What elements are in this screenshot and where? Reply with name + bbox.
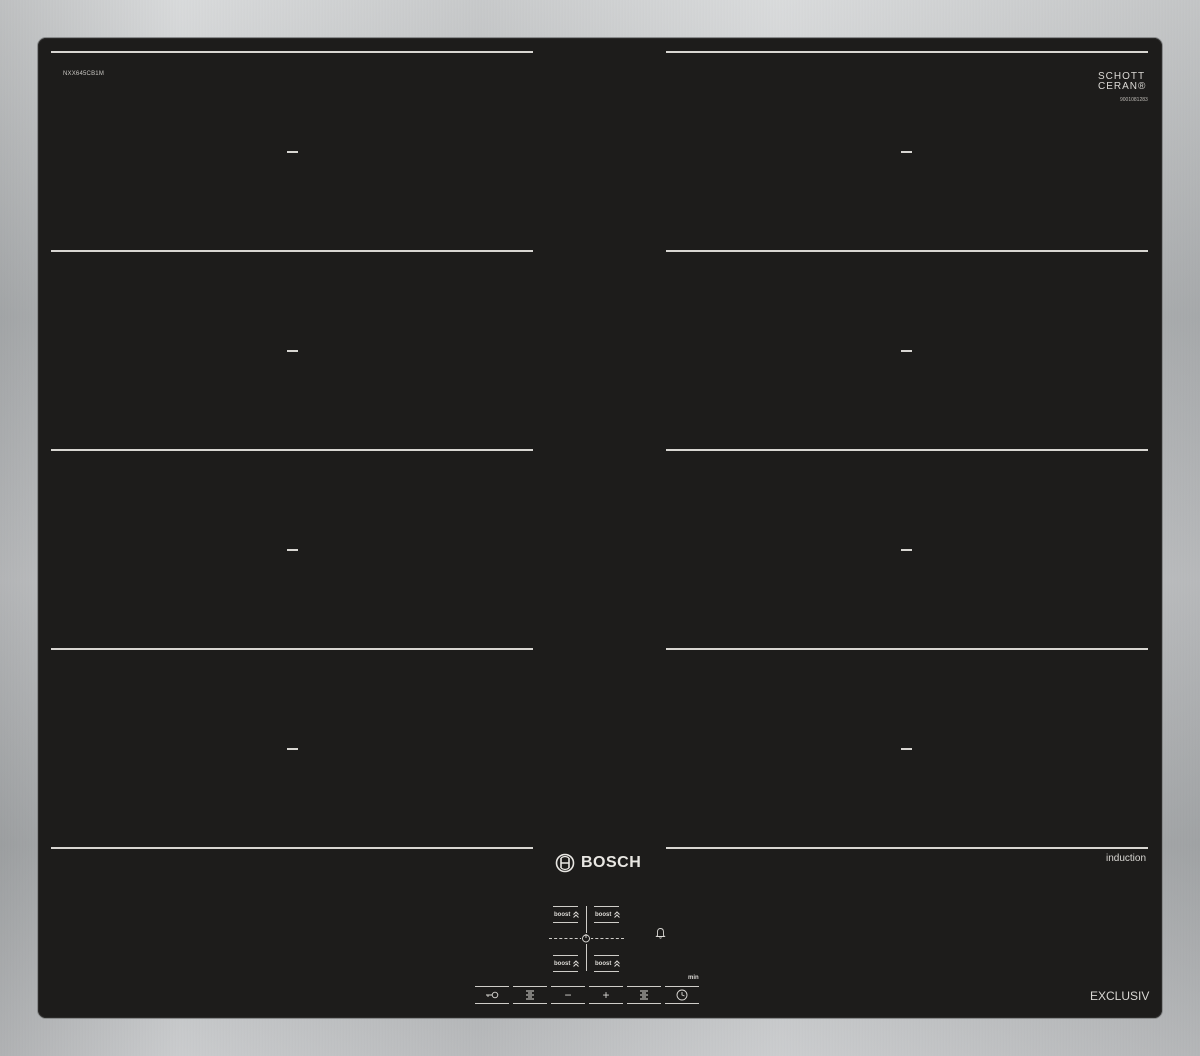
- button-top-line: [665, 986, 699, 987]
- button-top-line: [475, 986, 509, 987]
- double-chevron-up-icon: [614, 911, 621, 918]
- key-icon: [486, 991, 499, 999]
- boost-underline: [594, 922, 619, 923]
- zone-divider: [51, 648, 533, 650]
- zone-divider: [666, 51, 1148, 53]
- boost-underline: [553, 922, 578, 923]
- zone-cross-vertical-bottom: [586, 944, 587, 971]
- induction-label: induction: [1106, 853, 1147, 864]
- boost-button-rear-right[interactable]: boost: [595, 911, 621, 918]
- bosch-armature-logo-icon: [555, 853, 575, 873]
- zone-cross-vertical-top: [586, 906, 587, 933]
- double-chevron-up-icon: [573, 911, 580, 918]
- boost-label: boost: [595, 960, 612, 967]
- glass-code: 9001081283: [1120, 97, 1148, 103]
- model-code: NXX645CB1M: [63, 71, 105, 77]
- button-bottom-line: [475, 1003, 509, 1004]
- boost-label: boost: [554, 960, 571, 967]
- double-chevron-up-icon: [573, 960, 580, 967]
- zone-divider: [51, 51, 533, 53]
- minus-icon: −: [564, 988, 572, 1002]
- zone-select-right-button[interactable]: [626, 986, 662, 1004]
- timer-button[interactable]: [664, 986, 700, 1004]
- boost-top-line-left: [553, 906, 578, 907]
- timer-unit-label: min: [688, 975, 699, 981]
- zone-levels-icon: [526, 990, 534, 1000]
- bell-icon[interactable]: [655, 927, 666, 939]
- boost-top-line-right: [594, 906, 619, 907]
- button-top-line: [589, 986, 623, 987]
- schott-ceran-logo: SCHOTT CERAN® 9001081283: [1098, 72, 1148, 105]
- button-bottom-line: [513, 1003, 547, 1004]
- brand-name: BOSCH: [581, 854, 642, 871]
- boost-top-line: [553, 955, 578, 956]
- boost-label: boost: [595, 911, 612, 918]
- zone-divider: [666, 648, 1148, 650]
- bosch-logo: BOSCH: [555, 853, 641, 873]
- zone-divider: [666, 449, 1148, 451]
- button-bottom-line: [551, 1003, 585, 1004]
- button-top-line: [513, 986, 547, 987]
- cooking-zone-mark[interactable]: [901, 151, 912, 153]
- cooking-zone-mark[interactable]: [287, 748, 298, 750]
- minus-button[interactable]: −: [550, 986, 586, 1004]
- double-chevron-up-icon: [614, 960, 621, 967]
- zone-divider: [51, 847, 533, 849]
- button-bottom-line: [589, 1003, 623, 1004]
- boost-button-rear-left[interactable]: boost: [554, 911, 580, 918]
- plus-button[interactable]: +: [588, 986, 624, 1004]
- boost-top-line: [594, 955, 619, 956]
- cooking-zone-mark[interactable]: [287, 549, 298, 551]
- zone-levels-icon: [640, 990, 648, 1000]
- boost-label: boost: [554, 911, 571, 918]
- clock-icon: [676, 989, 688, 1001]
- zone-divider: [51, 449, 533, 451]
- button-bottom-line: [665, 1003, 699, 1004]
- zone-divider: [51, 250, 533, 252]
- boost-button-front-left[interactable]: boost: [554, 960, 580, 967]
- zone-select-left-button[interactable]: [512, 986, 548, 1004]
- cooking-zone-mark[interactable]: [287, 350, 298, 352]
- button-top-line: [551, 986, 585, 987]
- schott-ceran-line2: CERAN®: [1098, 81, 1147, 92]
- series-label: EXCLUSIV: [1090, 989, 1150, 1003]
- cooking-zone-mark[interactable]: [901, 549, 912, 551]
- cooking-zone-mark[interactable]: [901, 748, 912, 750]
- zone-divider: [666, 847, 1148, 849]
- key-lock-button[interactable]: [474, 986, 510, 1004]
- zone-divider: [666, 250, 1148, 252]
- boost-underline: [553, 971, 578, 972]
- cooking-zone-mark[interactable]: [287, 151, 298, 153]
- power-icon[interactable]: [581, 933, 591, 943]
- boost-underline: [594, 971, 619, 972]
- button-top-line: [627, 986, 661, 987]
- plus-icon: +: [602, 988, 610, 1002]
- boost-button-front-right[interactable]: boost: [595, 960, 621, 967]
- button-bottom-line: [627, 1003, 661, 1004]
- cooking-zone-mark[interactable]: [901, 350, 912, 352]
